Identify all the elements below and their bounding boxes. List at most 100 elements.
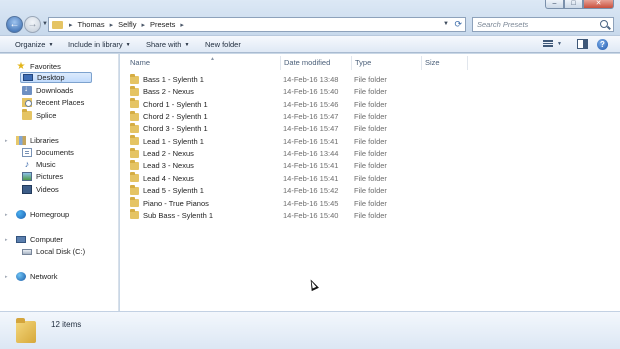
breadcrumb-selfly[interactable]: Selfly [118,20,136,29]
file-name: Sub Bass - Sylenth 1 [143,210,214,220]
file-name-cell[interactable]: Chord 2 - Sylenth 1 [130,110,208,121]
sidebar-item-documents[interactable]: Documents [22,147,74,158]
column-header-type[interactable]: Type [355,58,371,70]
file-name: Piano - True Pianos [143,198,209,208]
sidebar-group-computer[interactable]: Computer [16,234,63,245]
sidebar-group-favorites[interactable]: ★ Favorites [16,61,61,72]
file-name: Lead 1 - Sylenth 1 [143,136,204,146]
breadcrumb-presets[interactable]: Presets [150,20,175,29]
expand-arrow-icon[interactable]: ▸ [5,237,8,243]
window-controls: – □ ✕ [545,0,614,9]
column-divider[interactable] [467,56,468,70]
expand-arrow-icon[interactable]: ▸ [5,138,8,144]
table-row[interactable]: Sub Bass - Sylenth 1 14-Feb-16 15:40 File … [120,209,620,221]
breadcrumb-separator[interactable]: ▸ [110,21,114,29]
table-row[interactable]: Chord 1 - Sylenth 1 14-Feb-16 15:46 File f… [120,98,620,110]
sidebar-item-downloads[interactable]: Downloads [22,84,74,96]
search-input[interactable] [473,18,591,31]
expand-arrow-icon[interactable]: ▸ [5,274,8,280]
refresh-icon[interactable]: ⟳ [454,19,462,30]
column-divider[interactable] [351,56,352,70]
file-name-cell[interactable]: Lead 1 - Sylenth 1 [130,135,204,146]
search-icon[interactable] [600,20,608,28]
file-name-cell[interactable]: Lead 3 - Nexus [130,159,194,170]
file-name: Chord 1 - Sylenth 1 [143,99,208,109]
forward-button[interactable]: → [24,16,41,33]
breadcrumb-thomas[interactable]: Thomas [78,20,105,29]
type-cell: File folder [354,87,387,97]
file-name-cell[interactable]: Lead 2 - Nexus [130,147,194,159]
close-button[interactable]: ✕ [583,0,614,9]
folder-icon [130,85,139,96]
search-box[interactable] [472,17,614,32]
chevron-down-icon[interactable]: ▼ [557,41,562,47]
breadcrumb-separator[interactable]: ▸ [141,21,145,29]
back-button[interactable]: ← [6,16,23,33]
file-name-cell[interactable]: Sub Bass - Sylenth 1 [130,209,214,220]
table-row[interactable]: Piano - True Pianos 14-Feb-16 15:45 File f… [120,197,620,209]
column-header-size[interactable]: Size [425,58,440,70]
file-name-cell[interactable]: Chord 3 - Sylenth 1 [130,122,208,134]
new-folder-button[interactable]: New folder [205,40,241,49]
expand-arrow-icon[interactable]: ▸ [5,212,8,218]
folder-icon [130,184,139,195]
table-row[interactable]: Chord 2 - Sylenth 1 14-Feb-16 15:47 File f… [120,110,620,122]
table-row[interactable]: Lead 5 - Sylenth 1 14-Feb-16 15:42 File fo… [120,184,620,196]
table-row[interactable]: Lead 3 - Nexus 14-Feb-16 15:41 File folder [120,159,620,171]
address-bar[interactable]: ▸ Thomas ▸ Selfly ▸ Presets ▸ ▼ ⟳ [48,17,466,32]
chevron-down-icon: ▼ [125,42,131,48]
file-name-cell[interactable]: Lead 5 - Sylenth 1 [130,184,204,195]
sidebar-group-libraries[interactable]: Libraries [16,135,59,146]
table-row[interactable]: Lead 1 - Sylenth 1 14-Feb-16 15:41 File fo… [120,135,620,147]
sidebar-item-local-disk[interactable]: Local Disk (C:) [22,246,85,257]
share-with-button[interactable]: Share with ▼ [146,40,189,49]
sidebar-item-pictures[interactable]: Pictures [22,171,63,182]
table-row[interactable]: Chord 3 - Sylenth 1 14-Feb-16 15:47 File f… [120,122,620,134]
breadcrumb-separator[interactable]: ▸ [69,21,73,29]
views-icon[interactable] [543,39,553,48]
column-divider[interactable] [280,56,281,70]
file-name-cell[interactable]: Chord 1 - Sylenth 1 [130,98,208,109]
column-divider[interactable] [421,56,422,70]
sidebar-item-recent-places[interactable]: Recent Places [22,97,84,108]
folder-icon [130,122,139,133]
file-name: Chord 3 - Sylenth 1 [143,124,208,134]
sidebar-item-label: Desktop [37,73,65,82]
sidebar-group-homegroup[interactable]: Homegroup [16,209,69,220]
file-name-cell[interactable]: Lead 4 - Nexus [130,172,194,183]
include-in-library-button[interactable]: Include in library ▼ [68,40,131,49]
preview-pane-icon[interactable] [577,39,588,49]
file-name-cell[interactable]: Bass 1 - Sylenth 1 [130,73,204,84]
table-row[interactable]: Bass 2 - Nexus 14-Feb-16 15:40 File folder [120,85,620,97]
sidebar-item-videos[interactable]: Videos [22,184,59,195]
sidebar-item-music[interactable]: ♪ Music [22,159,56,170]
help-icon[interactable]: ? [597,39,608,50]
network-icon [16,272,26,281]
sidebar-item-desktop[interactable]: Desktop [20,72,92,83]
type-cell: File folder [354,124,387,134]
column-header-name[interactable]: Name ▲ [130,56,280,70]
table-row[interactable]: Lead 2 - Nexus 14-Feb-16 13:44 File folder [120,147,620,159]
sidebar-item-splice[interactable]: Splice [22,109,56,121]
minimize-button[interactable]: – [545,0,564,9]
sidebar-group-network[interactable]: Network [16,271,58,282]
file-name: Lead 2 - Nexus [143,149,194,159]
organize-button[interactable]: Organize ▼ [15,40,53,49]
file-name-cell[interactable]: Piano - True Pianos [130,197,209,208]
sidebar-group-label: Computer [30,235,63,244]
table-row[interactable]: Lead 4 - Nexus 14-Feb-16 15:41 File folder [120,172,620,184]
navigation-pane: ★ Favorites Desktop Downloads Recent Pla… [0,54,119,311]
file-name-cell[interactable]: Bass 2 - Nexus [130,85,194,96]
date-modified-cell: 14-Feb-16 15:47 [283,112,339,122]
address-dropdown-icon[interactable]: ▼ [443,21,449,27]
sidebar-group-label: Homegroup [30,210,70,219]
type-cell: File folder [354,99,387,109]
sidebar-item-label: Downloads [36,86,74,95]
sidebar-group-label: Libraries [30,136,59,145]
breadcrumb-separator[interactable]: ▸ [180,21,184,29]
folder-icon [130,197,139,207]
column-header-date-modified[interactable]: Date modified [284,58,330,70]
type-cell: File folder [354,173,387,183]
maximize-button[interactable]: □ [564,0,583,9]
table-row[interactable]: Bass 1 - Sylenth 1 14-Feb-16 13:48 File fo… [120,73,620,85]
